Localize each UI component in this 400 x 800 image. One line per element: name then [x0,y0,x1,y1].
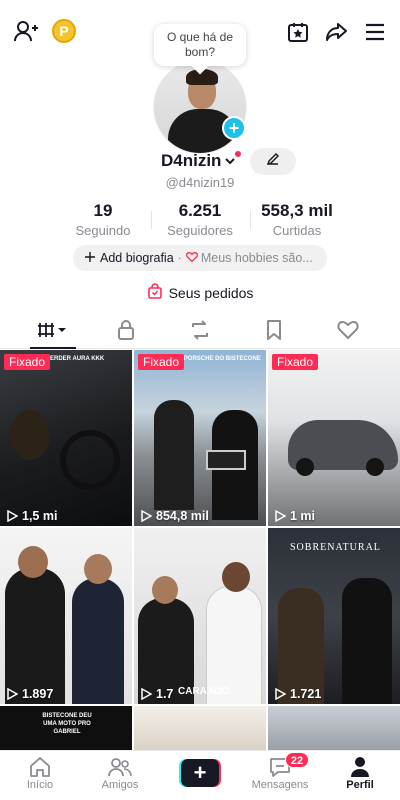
view-count: 854,8 mil [140,509,209,523]
video-grid: PERDER AURA KKK Fixado 1,5 mi A PORSCHE … [0,350,400,750]
tab-liked[interactable] [330,319,366,345]
video-thumbnail[interactable]: SOBRENATURAL 1.721 [268,528,400,704]
bio-bar[interactable]: Add biografia · Meus hobbies são... [73,245,327,271]
plus-icon: + [181,759,219,787]
nav-home[interactable]: Início [5,755,75,791]
repost-icon [189,319,211,346]
video-thumbnail[interactable]: BISTECONE DEU UMA MOTO PRO GABRIEL [0,706,132,750]
play-icon [141,688,152,700]
active-tab-indicator [30,347,76,349]
status-bubble-text: O que há de bom? [166,30,234,59]
grid-icon [36,320,68,345]
video-caption: A PORSCHE DO BISTECONE [178,356,261,362]
shopping-bag-icon [147,283,163,302]
video-caption: BISTECONE DEU UMA MOTO PRO GABRIEL [42,713,92,735]
stat-value: 19 [93,201,113,220]
nav-profile[interactable]: Perfil [325,755,395,791]
view-count-value: 1,5 mi [22,509,58,523]
menu-icon[interactable] [361,18,389,46]
username: @d4nizin19 [165,175,235,190]
play-icon [7,688,18,700]
view-count-value: 1.7 [156,687,174,701]
nav-label: Mensagens [251,779,309,791]
video-thumbnail[interactable] [134,706,266,750]
stat-following[interactable]: 19 Seguindo [48,201,158,238]
chevron-down-icon[interactable] [224,154,236,172]
separator: · [177,251,182,265]
bottom-nav: Início Amigos + Mensagens 22 Perfil [0,750,400,800]
nav-friends[interactable]: Amigos [85,755,155,791]
video-thumbnail[interactable]: PERDER AURA KKK Fixado 1,5 mi [0,350,132,526]
stat-followers[interactable]: 6.251 Seguidores [145,201,255,238]
coins-icon[interactable]: P [52,19,76,43]
orders-link[interactable]: Seus pedidos [0,283,400,302]
play-icon [275,688,286,700]
stat-label: Seguindo [75,223,131,238]
video-thumbnail[interactable]: Fixado 1 mi [268,350,400,526]
create-button[interactable]: + [179,759,221,787]
play-icon [7,510,18,522]
view-count: 1 mi [274,509,315,523]
nav-label: Perfil [346,779,374,791]
tab-videos[interactable] [34,319,70,345]
video-caption: PERDER AURA KKK [46,356,105,362]
add-story-icon[interactable]: + [222,116,246,140]
stat-value: 558,3 mil [261,201,333,220]
bookmark-icon [265,319,283,346]
pencil-icon [266,152,280,171]
hobbies-button[interactable]: Meus hobbies são... [201,251,313,265]
profile-tabs [0,315,400,349]
edit-profile-button[interactable] [250,148,296,175]
status-bubble[interactable]: O que há de bom? [154,24,246,66]
orders-label: Seus pedidos [168,284,254,301]
nav-label: Amigos [101,779,139,791]
heart-icon [337,320,359,345]
pinned-badge: Fixado [272,354,319,370]
tab-favorites[interactable] [256,319,292,345]
video-thumbnail[interactable]: 1.897 [0,528,132,704]
name-row: D4nizin [0,151,400,173]
view-count-value: 854,8 mil [156,509,209,523]
share-icon[interactable] [322,18,350,46]
video-thumbnail[interactable]: CARA N3O 1.7 [134,528,266,704]
view-count-value: 1.897 [22,687,54,701]
stat-label: Seguidores [167,223,233,238]
nav-label: Início [26,779,54,791]
pinned-badge: Fixado [138,354,185,370]
profile-icon [325,755,395,779]
tab-private[interactable] [108,319,144,345]
view-count: 1.7 [140,687,173,701]
stat-value: 6.251 [178,201,222,220]
plus-icon [85,251,95,265]
view-count: 1.897 [6,687,53,701]
add-bio-button[interactable]: Add biografia [100,251,174,265]
messages-badge: 22 [285,752,309,768]
stat-label: Curtidas [272,223,322,238]
view-count: 1,5 mi [6,509,57,523]
video-caption: SOBRENATURAL [290,542,381,553]
add-friend-icon[interactable] [12,18,40,46]
video-thumbnail[interactable]: A PORSCHE DO BISTECONE Fixado 854,8 mil [134,350,266,526]
calendar-star-icon[interactable] [284,18,312,46]
display-name: D4nizin [161,151,222,170]
view-count-value: 1.721 [290,687,322,701]
play-icon [141,510,152,522]
view-count: 1.721 [274,687,321,701]
view-count-value: 1 mi [290,509,316,523]
video-thumbnail[interactable] [268,706,400,750]
play-icon [275,510,286,522]
home-icon [5,755,75,779]
pinned-badge: Fixado [4,354,51,370]
lock-icon [116,319,136,346]
tab-reposts[interactable] [182,319,218,345]
stat-likes[interactable]: 558,3 mil Curtidas [242,201,352,238]
notification-dot [235,151,241,157]
stats-row: 19 Seguindo 6.251 Seguidores 558,3 mil C… [0,201,400,241]
video-caption: CARA N3O [178,686,230,697]
heart-icon [185,251,198,266]
friends-icon [85,755,155,779]
